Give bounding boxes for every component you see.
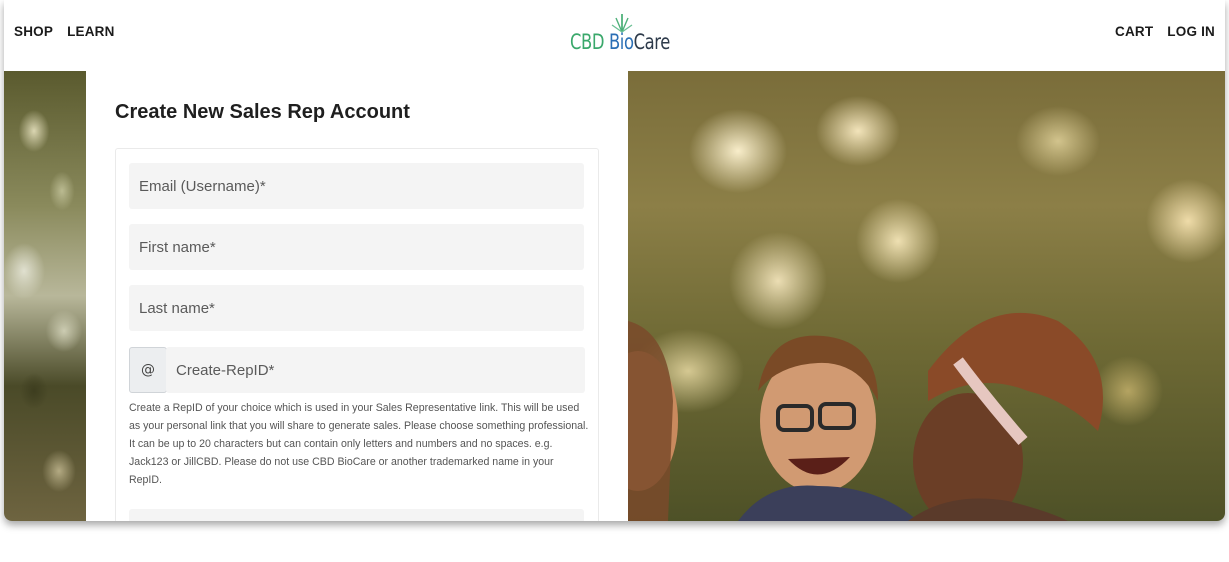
rep-id-field[interactable] <box>166 347 585 393</box>
rep-id-group: @ <box>129 347 585 393</box>
nav-shop-link[interactable]: SHOP <box>14 24 53 39</box>
page-title: Create New Sales Rep Account <box>115 101 410 123</box>
logo-bio-text: Bio <box>608 30 634 54</box>
next-form-field[interactable] <box>129 509 584 521</box>
site-header: SHOP LEARN CBD BioCare CART LOG IN <box>4 0 1225 72</box>
last-name-field[interactable] <box>129 285 584 331</box>
people-illustration <box>628 312 1103 521</box>
logo-care-text: Care <box>633 30 671 54</box>
signup-form-panel: Create New Sales Rep Account @ Create a … <box>86 71 628 521</box>
nav-learn-link[interactable]: LEARN <box>67 24 115 39</box>
email-field[interactable] <box>129 163 584 209</box>
logo-wordmark: CBD BioCare <box>570 30 670 54</box>
nav-cart-link[interactable]: CART <box>1115 24 1153 39</box>
brand-logo[interactable]: CBD BioCare <box>567 10 670 60</box>
first-name-field[interactable] <box>129 224 584 270</box>
page-frame: SHOP LEARN CBD BioCare CART LOG IN Creat… <box>4 0 1225 521</box>
nav-right: CART LOG IN <box>1115 24 1215 39</box>
at-prefix: @ <box>129 347 167 393</box>
logo-cbd-text: CBD <box>570 30 609 54</box>
nav-login-link[interactable]: LOG IN <box>1167 24 1215 39</box>
rep-id-help-text: Create a RepID of your choice which is u… <box>129 402 589 486</box>
hero-photo <box>628 71 1225 521</box>
person-left-hair <box>628 321 673 521</box>
signup-form: @ Create a RepID of your choice which is… <box>115 148 599 521</box>
man-shirt <box>738 485 918 521</box>
background-foliage-image <box>4 71 86 521</box>
nav-left: SHOP LEARN <box>14 24 115 39</box>
